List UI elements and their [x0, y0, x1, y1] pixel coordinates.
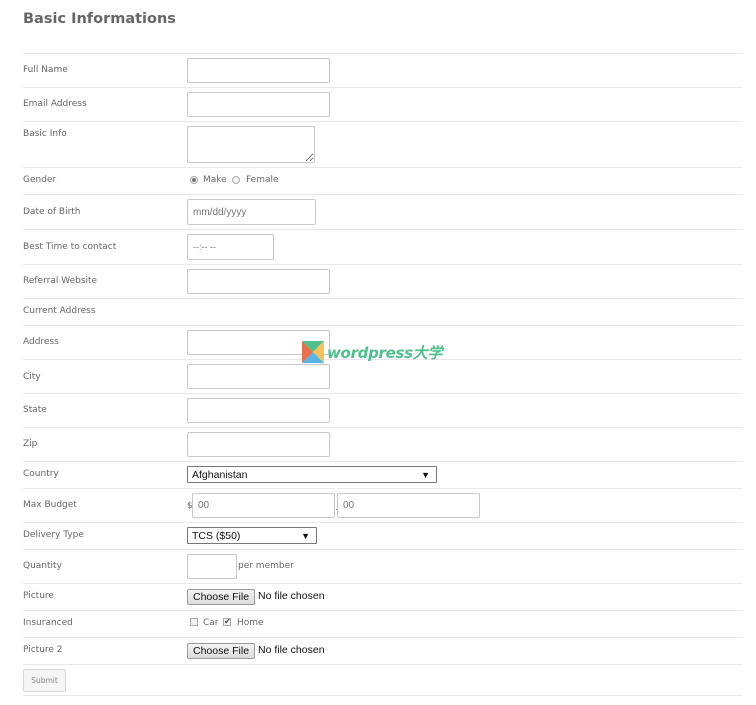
full-name-input[interactable] — [187, 58, 330, 83]
zip-input[interactable] — [187, 432, 330, 457]
watermark: wordpress大学 — [302, 341, 442, 363]
gender-option-make-label: Make — [203, 175, 227, 185]
dob-label: Date of Birth — [23, 207, 81, 217]
submit-button[interactable]: Submit — [23, 669, 66, 692]
state-input[interactable] — [187, 398, 330, 423]
picture-choose-file-button[interactable]: Choose File — [187, 589, 256, 605]
divider — [23, 488, 742, 489]
divider — [23, 637, 742, 638]
referral-label: Referral Website — [23, 276, 98, 286]
divider — [23, 167, 742, 168]
current-address-heading: Current Address — [23, 306, 96, 316]
picture-file-status: No file chosen — [258, 590, 325, 602]
divider — [23, 695, 742, 696]
referral-input[interactable] — [187, 269, 330, 294]
watermark-text: wordpress大学 — [327, 343, 443, 362]
dob-input[interactable] — [187, 199, 316, 225]
country-label: Country — [23, 469, 59, 479]
zip-label: Zip — [23, 439, 38, 449]
checkmark-icon: ✔ — [224, 617, 231, 626]
picture2-choose-file-button[interactable]: Choose File — [187, 643, 256, 659]
max-budget-label: Max Budget — [23, 500, 77, 510]
insurance-car-label: Car — [203, 618, 219, 628]
divider — [23, 522, 742, 523]
gender-radio-female[interactable] — [232, 176, 240, 184]
dropdown-arrow-icon: ▼ — [301, 530, 310, 541]
divider — [23, 194, 742, 195]
quantity-suffix: per member — [238, 561, 294, 571]
gender-radio-make[interactable] — [190, 176, 198, 184]
gender-label: Gender — [23, 175, 57, 185]
divider — [23, 664, 742, 665]
divider — [23, 229, 742, 230]
insurance-home-checkbox[interactable]: ✔ — [223, 618, 231, 626]
section-title: Basic Informations — [23, 11, 176, 27]
budget-fraction-input[interactable] — [337, 493, 480, 518]
delivery-type-select[interactable]: TCS ($50) ▼ — [187, 527, 317, 544]
dropdown-arrow-icon: ▼ — [421, 469, 430, 480]
city-input[interactable] — [187, 364, 330, 389]
divider — [23, 264, 742, 265]
picture2-label: Picture 2 — [23, 645, 63, 655]
insurance-home-label: Home — [237, 618, 264, 628]
picture2-file-status: No file chosen — [258, 644, 325, 656]
divider — [23, 393, 742, 394]
country-selected-value: Afghanistan — [192, 468, 248, 481]
divider — [23, 583, 742, 584]
insuranced-label: Insuranced — [23, 618, 73, 628]
divider — [23, 427, 742, 428]
divider — [23, 87, 742, 88]
picture-label: Picture — [23, 591, 54, 601]
divider — [23, 325, 742, 326]
basic-info-textarea[interactable] — [187, 126, 315, 163]
divider — [23, 461, 742, 462]
divider — [23, 121, 742, 122]
city-label: City — [23, 372, 41, 382]
address-label: Address — [23, 337, 59, 347]
budget-whole-input[interactable] — [192, 493, 335, 518]
divider — [23, 53, 742, 54]
divider — [23, 549, 742, 550]
wordpress-daxue-logo-icon — [302, 341, 324, 363]
full-name-label: Full Name — [23, 65, 68, 75]
email-input[interactable] — [187, 92, 330, 117]
gender-option-female-label: Female — [246, 175, 279, 185]
quantity-label: Quantity — [23, 561, 62, 571]
delivery-type-selected-value: TCS ($50) — [192, 529, 241, 542]
best-time-label: Best Time to contact — [23, 242, 117, 252]
best-time-input[interactable] — [187, 234, 274, 260]
basic-info-label: Basic Info — [23, 129, 67, 139]
email-label: Email Address — [23, 99, 87, 109]
insurance-car-checkbox[interactable] — [190, 618, 198, 626]
state-label: State — [23, 405, 47, 415]
delivery-type-label: Delivery Type — [23, 530, 84, 540]
country-select[interactable]: Afghanistan ▼ — [187, 466, 437, 483]
quantity-input[interactable] — [187, 554, 237, 579]
divider — [23, 610, 742, 611]
divider — [23, 298, 742, 299]
